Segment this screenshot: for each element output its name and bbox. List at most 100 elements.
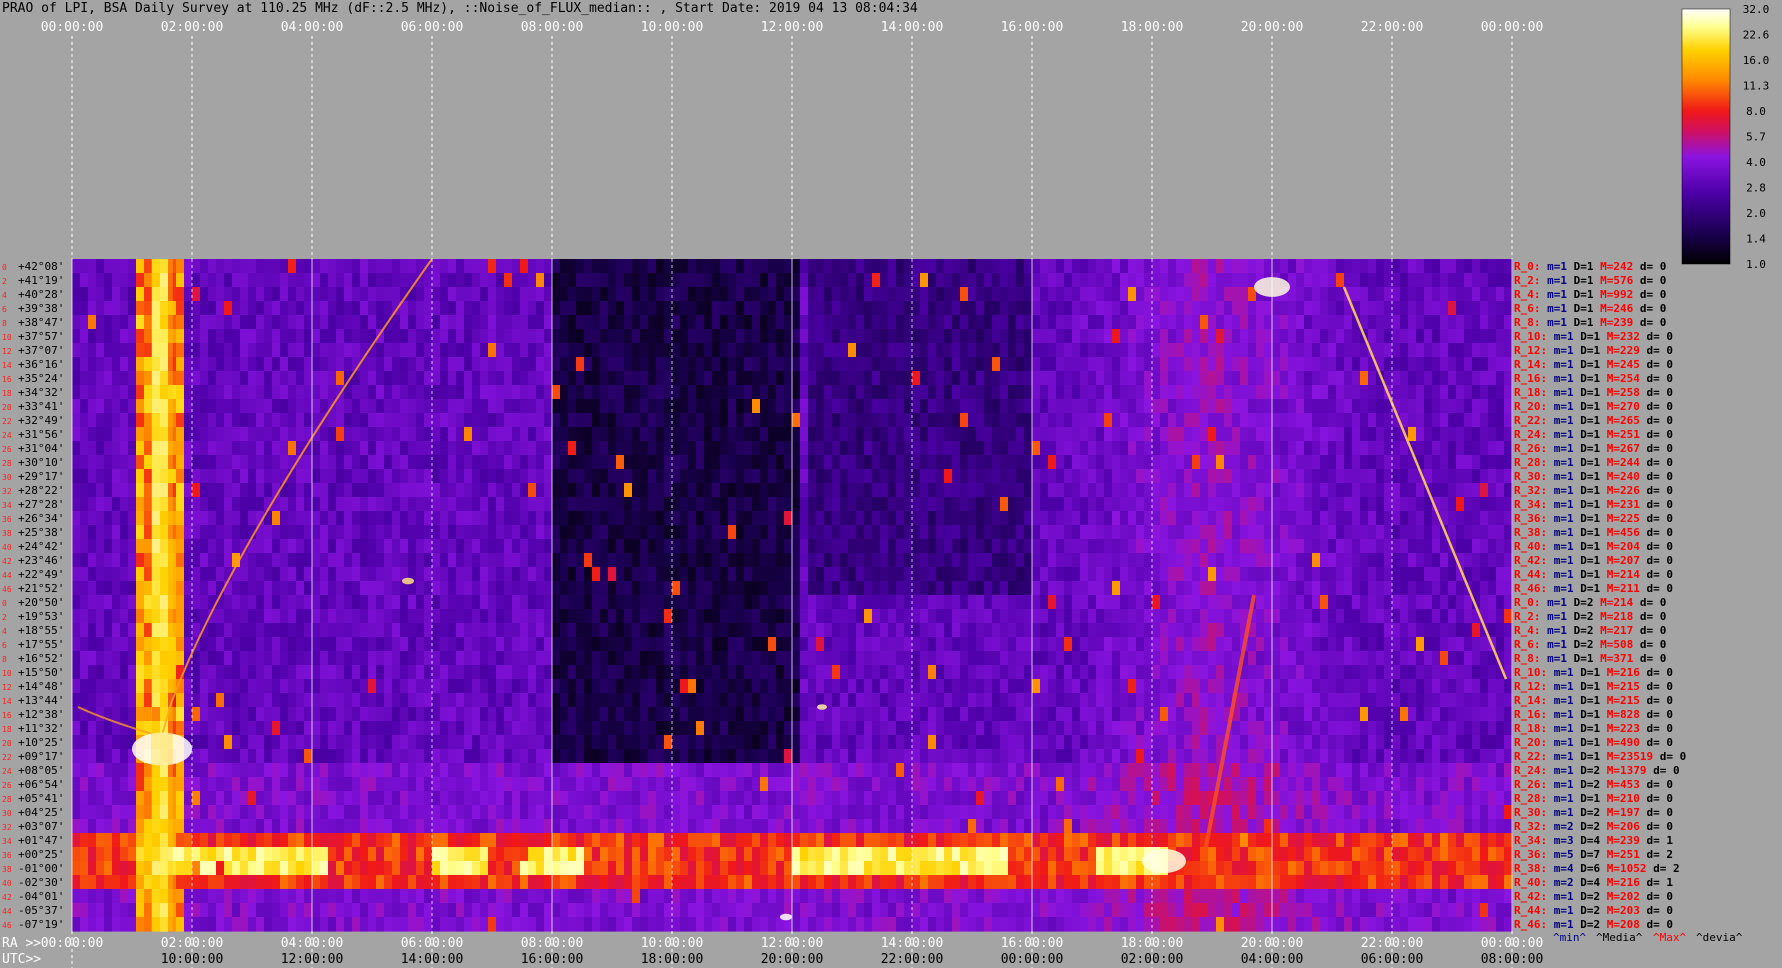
top-tick-label: 04:00:00 [281,20,344,35]
heatmap-cell [968,413,977,428]
heatmap-cell [80,413,89,428]
heatmap-cell [272,357,281,372]
heatmap-cell [1048,469,1057,484]
heatmap-cell [976,455,985,470]
heatmap-cell [616,413,625,428]
heatmap-cell [1160,455,1169,470]
heatmap-cell [264,581,273,596]
heatmap-cell [1416,371,1425,386]
heatmap-cell [1080,343,1089,358]
heatmap-cell [1488,329,1497,344]
heatmap-cell [1352,343,1361,358]
heatmap-cell [400,329,409,344]
heatmap-cell [96,273,105,288]
heatmap-cell [648,287,657,302]
heatmap-cell [88,287,97,302]
heatmap-cell [1144,567,1153,582]
heatmap-cell [1376,385,1385,400]
heatmap-cell [1176,385,1185,400]
heatmap-cell [1008,385,1017,400]
heatmap-cell [536,483,545,498]
heatmap-cell [1056,539,1065,554]
heatmap-cell [696,385,705,400]
heatmap-cell [896,315,905,330]
heatmap-cell [1240,315,1249,330]
heatmap-cell [440,399,449,414]
heatmap-cell [1088,581,1097,596]
heatmap-cell [1144,399,1153,414]
heatmap-cell [1216,595,1225,610]
heatmap-cell [248,315,257,330]
heatmap-cell [80,357,89,372]
heatmap-cell [392,511,401,526]
heatmap-cell [1344,259,1353,274]
heatmap-cell [176,441,185,456]
heatmap-cell [840,469,849,484]
heatmap-cell [1024,539,1033,554]
heatmap-cell [576,273,585,288]
heatmap-cell [1368,511,1377,526]
heatmap-cell [984,441,993,456]
heatmap-cell [1504,553,1513,568]
heatmap-cell [1216,385,1225,400]
heatmap-cell [1120,553,1129,568]
heatmap-cell [672,371,681,386]
heatmap-cell [408,623,417,638]
heatmap-cell [576,539,585,554]
heatmap-cell [760,301,769,316]
heatmap-cell [1360,497,1369,512]
heatmap-cell [384,525,393,540]
heatmap-cell [1392,273,1401,288]
heatmap-cell [1136,455,1145,470]
heatmap-cell [1112,371,1121,386]
heatmap-cell [792,637,801,652]
heatmap-cell [200,595,209,610]
heatmap-cell [1312,469,1321,484]
heatmap-cell [1312,413,1321,428]
heatmap-cell [104,427,113,442]
heatmap-cell [312,399,321,414]
heatmap-cell [336,273,345,288]
heatmap-cell [136,315,145,330]
heatmap-cell [424,385,433,400]
heatmap-cell [552,413,561,428]
heatmap-cell [1000,623,1009,638]
heatmap-cell [600,315,609,330]
heatmap-cell [656,553,665,568]
heatmap-cell [1376,441,1385,456]
heatmap-cell [72,497,81,512]
heatmap-cell [328,525,337,540]
heatmap-cell [200,483,209,498]
heatmap-cell [1232,329,1241,344]
heatmap-cell [1296,343,1305,358]
heatmap-cell [1064,539,1073,554]
heatmap-cell [1160,525,1169,540]
heatmap-cell [120,399,129,414]
heatmap-cell [1080,525,1089,540]
heatmap-cell [736,637,745,652]
heatmap-cell [1032,623,1041,638]
heatmap-cell [1320,343,1329,358]
heatmap-cell [784,455,793,470]
heatmap-cell [952,567,961,582]
heatmap-cell [992,567,1001,582]
heatmap-cell [1080,497,1089,512]
heatmap-cell [464,637,473,652]
heatmap-cell [416,609,425,624]
heatmap-cell [1280,553,1289,568]
heatmap-cell [704,259,713,274]
heatmap-cell [208,413,217,428]
heatmap-cell [448,259,457,274]
heatmap-cell [400,553,409,568]
heatmap-cell [1160,469,1169,484]
heatmap-cell [256,455,265,470]
heatmap-cell [600,497,609,512]
heatmap-cell [416,357,425,372]
heatmap-cell [416,539,425,554]
heatmap-cell [344,539,353,554]
heatmap-cell [256,539,265,554]
heatmap-cell [1200,483,1209,498]
heatmap-cell [384,441,393,456]
heatmap-cell [784,637,793,652]
heatmap-cell [720,511,729,526]
